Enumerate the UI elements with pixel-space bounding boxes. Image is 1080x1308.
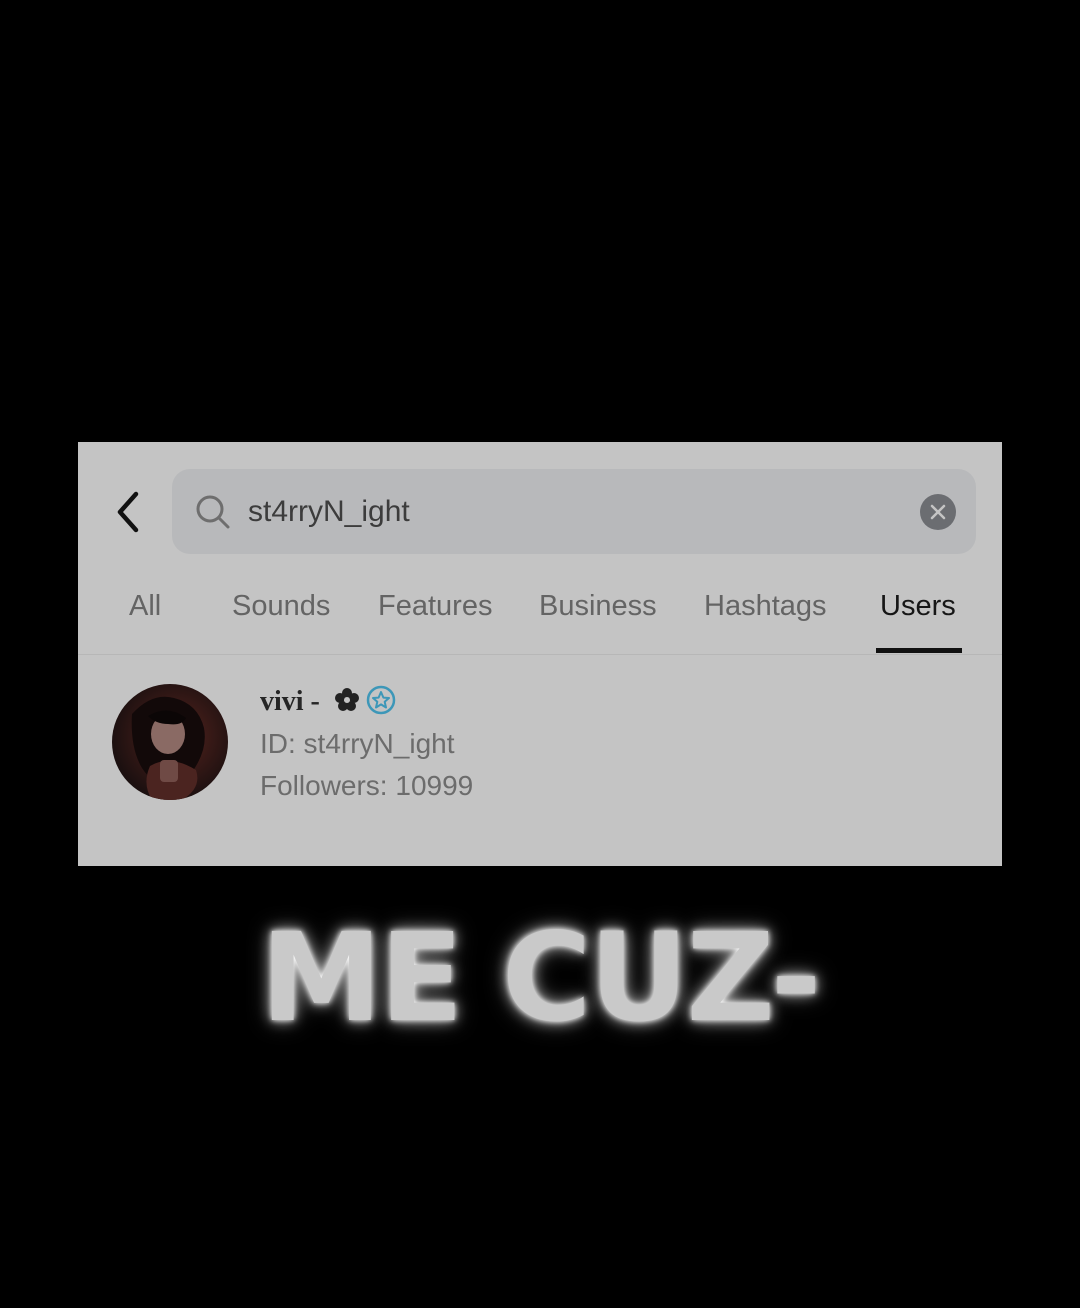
back-arrow-icon[interactable] xyxy=(108,488,148,536)
verified-icon xyxy=(366,685,396,715)
tab-sounds[interactable]: Sounds xyxy=(232,590,330,623)
caption-text: ME CUZ- xyxy=(260,907,822,1049)
user-followers: Followers: 10999 xyxy=(260,770,474,801)
search-input[interactable] xyxy=(248,485,888,539)
active-tab-indicator xyxy=(876,648,962,653)
user-result-row[interactable]: vivi - ID: st4rryN_ight Followers: 10999 xyxy=(78,672,1002,802)
tab-all[interactable]: All xyxy=(129,590,161,623)
avatar-photo xyxy=(131,696,205,800)
tab-hashtags[interactable]: Hashtags xyxy=(704,590,827,623)
tab-users[interactable]: Users xyxy=(880,590,956,623)
search-bar xyxy=(172,469,976,554)
user-id: ID: st4rryN_ight xyxy=(260,728,455,759)
tab-business[interactable]: Business xyxy=(539,590,657,623)
close-icon xyxy=(930,504,946,520)
user-display-name: vivi - xyxy=(260,686,320,717)
flower-icon xyxy=(335,688,359,711)
avatar[interactable] xyxy=(112,684,228,800)
tab-features[interactable]: Features xyxy=(378,590,492,623)
search-results-screen: All Sounds Features Business Hashtags Us… xyxy=(78,442,1002,866)
search-icon xyxy=(196,495,230,529)
clear-search-button[interactable] xyxy=(920,494,956,530)
search-category-tabs: All Sounds Features Business Hashtags Us… xyxy=(78,572,1002,655)
